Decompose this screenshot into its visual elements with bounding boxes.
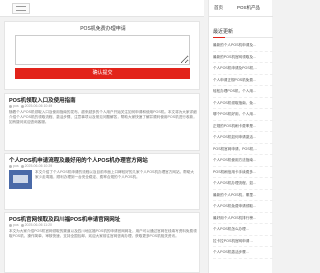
recent-item-label: 个人POS机如何申请激活… [213,135,257,139]
nav-products[interactable]: POS机产品 [237,5,260,11]
recent-list-item[interactable]: 最新的POS机官网领取及… [213,52,273,63]
recent-item-label: 最新的个人POS机申请及… [213,43,257,47]
sidebar: 首页 POS机产品 最近更新 最新的个人POS机申请及… 最新的POS机官网领取及… [208,0,273,273]
clock-icon [20,164,24,168]
recent-list-item[interactable]: 个人POS机办理流程，如… [213,178,273,190]
top-nav: 首页 POS机产品 [209,0,273,17]
article-date: 2025-06-06 10:29 [24,164,53,168]
recent-item-label: 个人POS机怎么办理… [213,227,250,231]
recent-list-item[interactable]: 个人POS机如何申请激活… [213,132,273,144]
article-excerpt: 本文介绍了个人POS机申请的流程以及目前市面上口碑较好的几家个人POS机办理官方… [35,170,194,179]
form-title: POS机免费办理申请 [80,26,126,32]
author-icon [9,223,12,227]
submit-button[interactable]: 确认提交 [15,68,190,79]
article-meta: pos 2025-06-06 10:29 [9,164,52,168]
recent-list-item[interactable]: 个人POS机使用方法指南… [213,155,273,167]
recent-item-label: 个人申请正规POS机免费… [213,77,257,82]
recent-list-item[interactable]: 正规的POS机刷卡费率是… [213,121,273,132]
article-author: pos [13,164,19,168]
recent-item-label: 个人POS机免费申请领取… [213,204,257,208]
article-meta: pos 2025-06-06 11:20 [9,223,52,227]
recent-list-item[interactable]: 个人POS机怎么办理… [213,224,273,236]
article-card: POS机领取入口及使用指南 pos 2025-06-06 10:49 随着个人P… [4,93,200,151]
main-column: POS机免费办理申请 确认提交 POS机领取入口及使用指南 pos 2025-0… [0,0,204,273]
author-icon [9,104,12,108]
recent-item-label: 个人POS机激活步骤… [213,250,250,254]
application-textarea[interactable] [15,35,190,65]
recent-item-label: 正规的POS机刷卡费率是… [213,123,257,128]
application-form: POS机免费办理申请 确认提交 [4,21,200,90]
recent-item-label: 个人POS机使用方法指南… [213,158,257,162]
recent-item-label: 最新的POS机官网领取及… [213,54,257,59]
article-title[interactable]: POS机官网领取及四川福POS机申请官网网址 [9,215,120,223]
recent-list-item[interactable]: 个人POS机申请及POS机… [213,63,273,75]
recent-item-label: 哪个POS机好用，个人用… [213,112,257,116]
recent-list-item[interactable]: 最新的个人POS机，哪里… [213,190,273,201]
recent-item-label: 个人POS机申请及POS机… [213,66,257,70]
recent-item-label: 最新的个人POS机，哪里… [213,192,257,197]
recent-list-item[interactable]: 个人POS机激活步骤… [213,247,273,259]
recent-item-label: 个人POS机办理流程，如… [213,181,257,185]
recent-list-item[interactable]: 最新的个人POS机申请及… [213,40,273,52]
article-excerpt: 本文为大家介绍POS机官网领取的渠道以及四川地区福POS机的申请官网网址，用户可… [9,229,197,238]
clock-icon [20,104,24,108]
recent-item-label: POS机刷信用卡手续费多… [213,169,257,174]
clock-icon [20,223,24,227]
recent-list-item[interactable]: 哪个POS机好用，个人用… [213,109,273,121]
recent-list: 最新的个人POS机申请及… 最新的POS机官网领取及… 个人POS机申请及POS机…… [213,40,273,259]
recent-list-item[interactable]: 个人POS机领取指南，免… [213,98,273,109]
article-card: POS机官网领取及四川福POS机申请官网网址 pos 2025-06-06 11… [4,212,200,273]
article-card: 个人POS机申请流程及最好用的个人POS机办理官方网站 pos 2025-06-… [4,153,200,210]
article-date: 2025-06-06 10:49 [24,104,53,108]
article-title[interactable]: POS机领取入口及使用指南 [9,96,76,104]
article-date: 2025-06-06 11:20 [24,223,52,227]
author-icon [9,164,12,168]
nav-home[interactable]: 首页 [214,5,223,11]
recent-list-item[interactable]: 最好用个人POS机排行榜… [213,213,273,224]
article-author: pos [13,104,19,108]
recent-list-item[interactable]: 拉卡拉POS机官网申请… [213,236,273,247]
recent-item-label: POS机官网申请，POS机… [213,146,257,151]
article-thumbnail[interactable] [9,170,32,189]
article-meta: pos 2025-06-06 10:49 [9,104,52,108]
heading-divider [213,37,273,38]
article-title[interactable]: 个人POS机申请流程及最好用的个人POS机办理官方网站 [9,156,148,164]
recent-item-label: 个人POS机领取指南，免… [213,100,257,105]
recent-item-label: 拉卡拉POS机官网申请… [213,238,253,243]
article-excerpt: 随着个人POS机领取入口及使用指南的发布，越来越多的个人用户开始关注如何申请和使… [9,110,197,124]
recent-item-label: 最好用个人POS机排行榜… [213,215,257,220]
top-bar [0,0,204,17]
recent-list-item[interactable]: POS机官网申请，POS机… [213,144,273,155]
sidebar-heading: 最近更新 [213,29,234,35]
recent-list-item[interactable]: 个人申请正规POS机免费… [213,75,273,86]
recent-list-item[interactable]: POS机刷信用卡手续费多… [213,167,273,178]
recent-list-item[interactable]: 轻松办理POS机，个人用… [213,86,273,98]
recent-item-label: 轻松办理POS机，个人用… [213,89,257,93]
article-author: pos [13,223,19,227]
site-logo[interactable] [12,3,30,14]
recent-list-item[interactable]: 个人POS机免费申请领取… [213,201,273,213]
